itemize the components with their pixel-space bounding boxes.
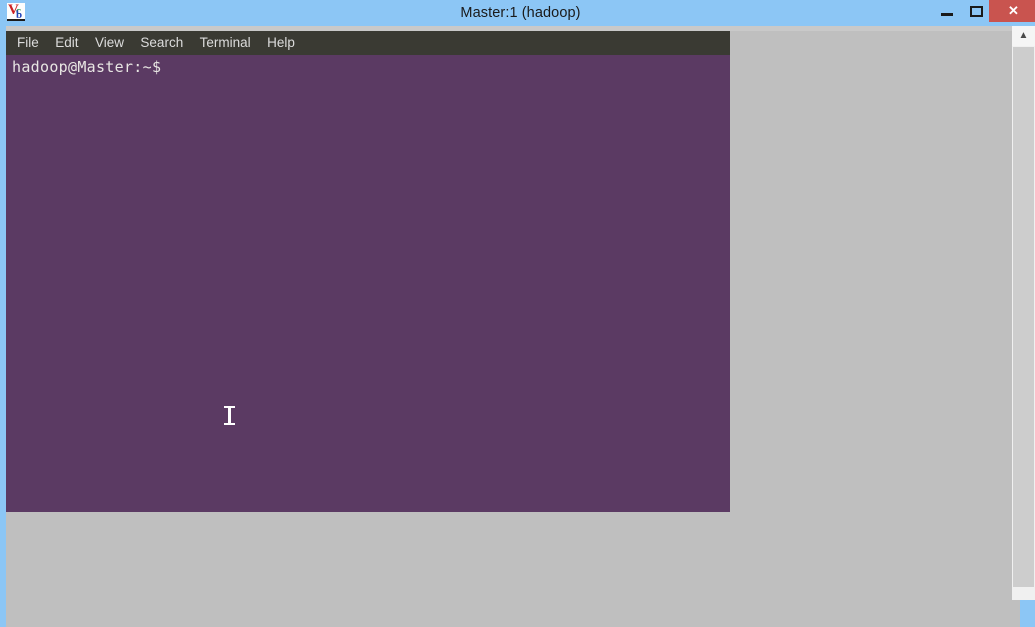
x-server-window: V c b Master:1 (hadoop) ✕ ▲ File Edit Vi… xyxy=(0,0,1035,627)
text-ibeam-cursor-icon xyxy=(224,406,235,425)
vertical-scrollbar[interactable]: ▲ xyxy=(1012,26,1035,600)
window-title: Master:1 (hadoop) xyxy=(460,5,581,21)
close-icon: ✕ xyxy=(1008,3,1019,18)
terminal-window: File Edit View Search Terminal Help hado… xyxy=(6,27,730,512)
maximize-button[interactable] xyxy=(961,0,991,24)
minimize-button[interactable] xyxy=(931,0,963,24)
terminal-output-area[interactable]: hadoop@Master:~$ xyxy=(6,55,730,512)
ibeam-bottom-cap xyxy=(224,423,235,425)
ibeam-stem xyxy=(228,408,231,423)
maximize-icon xyxy=(970,6,983,17)
minimize-icon xyxy=(941,13,953,16)
menu-item-view[interactable]: View xyxy=(89,31,130,55)
menu-item-search[interactable]: Search xyxy=(134,31,189,55)
menu-item-terminal[interactable]: Terminal xyxy=(194,31,257,55)
menu-item-file[interactable]: File xyxy=(11,31,45,55)
terminal-menubar: File Edit View Search Terminal Help xyxy=(6,31,730,55)
scrollbar-thumb[interactable] xyxy=(1013,47,1034,587)
menu-item-edit[interactable]: Edit xyxy=(49,31,84,55)
menu-item-help[interactable]: Help xyxy=(261,31,301,55)
window-titlebar: V c b Master:1 (hadoop) ✕ xyxy=(3,0,1035,26)
scroll-up-arrow-icon[interactable]: ▲ xyxy=(1012,26,1035,46)
close-button[interactable]: ✕ xyxy=(989,0,1035,22)
terminal-prompt-line: hadoop@Master:~$ xyxy=(12,58,162,76)
